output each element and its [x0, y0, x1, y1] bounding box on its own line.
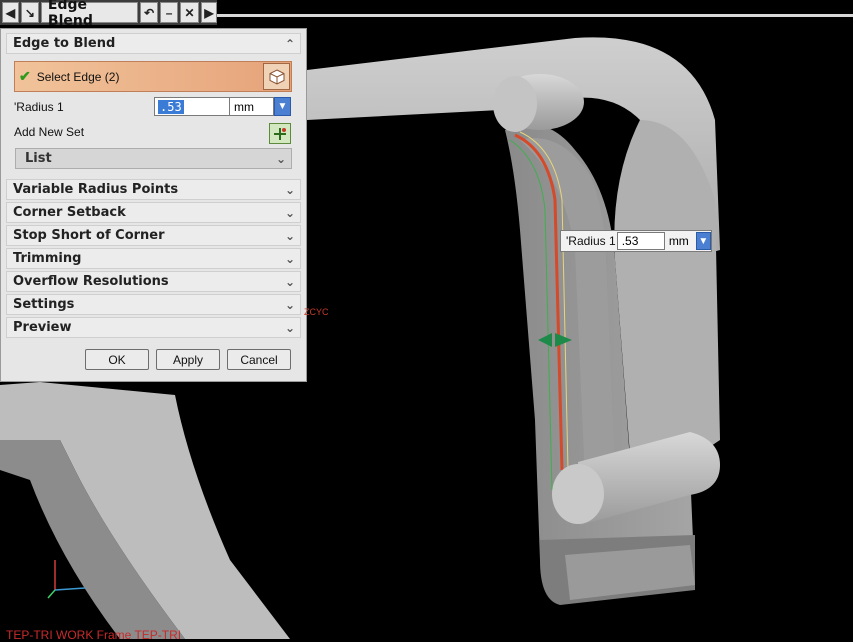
chevron-down-icon[interactable]: ⌄ [280, 318, 300, 337]
radius-unit: mm [230, 97, 274, 116]
group-edge-to-blend-label: Edge to Blend [13, 36, 116, 51]
group-label: Settings [13, 297, 75, 312]
list-label: List [25, 151, 52, 166]
group-label: Variable Radius Points [13, 182, 179, 197]
cube-select-icon[interactable] [263, 63, 290, 90]
onscreen-radius-unit: mm [668, 234, 689, 248]
cursor-arrow-icon[interactable]: ↘ [20, 2, 39, 23]
chevron-down-icon[interactable]: ⌄ [280, 180, 300, 199]
chevron-down-icon[interactable]: ⌄ [280, 295, 300, 314]
minus-icon[interactable]: – [160, 2, 179, 23]
chevron-down-icon[interactable]: ⌄ [280, 203, 300, 222]
chevron-left-icon[interactable]: ◀ [2, 2, 19, 23]
group-label: Overflow Resolutions [13, 274, 169, 289]
dialog-title: Edge Blend [40, 0, 139, 29]
apply-button[interactable]: Apply [156, 349, 220, 370]
group-variable-radius-points[interactable]: Variable Radius Points ⌄ [6, 179, 301, 200]
group-label: Trimming [13, 251, 82, 266]
onscreen-radius-input[interactable]: 'Radius 1 .53 mm ▼ [560, 230, 712, 252]
group-settings[interactable]: Settings ⌄ [6, 294, 301, 315]
onscreen-radius-value[interactable]: .53 [616, 232, 665, 250]
radius-input[interactable]: .53 [154, 97, 230, 116]
close-icon[interactable]: ✕ [180, 2, 199, 23]
group-stop-short-of-corner[interactable]: Stop Short of Corner ⌄ [6, 225, 301, 246]
group-label: Stop Short of Corner [13, 228, 165, 243]
chevron-up-icon[interactable]: ⌃ [280, 34, 300, 53]
edge-blend-dialog: Edge to Blend ⌃ ✔ Select Edge (2) 'Radiu… [0, 28, 307, 382]
chevron-down-icon[interactable]: ⌄ [280, 249, 300, 268]
chevron-right-icon[interactable]: ▶ [200, 2, 217, 23]
list-expander[interactable]: List ⌄ [15, 148, 292, 169]
group-corner-setback[interactable]: Corner Setback ⌄ [6, 202, 301, 223]
radius-value: .53 [158, 99, 184, 114]
lower-pin-cap [552, 464, 604, 524]
ok-button[interactable]: OK [85, 349, 149, 370]
arrow-down-icon[interactable]: ▼ [695, 232, 711, 250]
group-edge-to-blend[interactable]: Edge to Blend ⌃ [6, 33, 301, 54]
select-edge-label: Select Edge (2) [36, 69, 120, 84]
checkmark-icon: ✔ [19, 68, 31, 84]
select-edge-row[interactable]: ✔ Select Edge (2) [14, 61, 292, 92]
chevron-down-icon[interactable]: ⌄ [280, 272, 300, 291]
arrow-down-icon[interactable]: ▼ [274, 97, 291, 116]
add-set-icon[interactable] [269, 123, 291, 144]
radius-label: 'Radius 1 [14, 100, 64, 114]
group-preview[interactable]: Preview ⌄ [6, 317, 301, 338]
viewport-top-border [217, 14, 853, 17]
group-overflow-resolutions[interactable]: Overflow Resolutions ⌄ [6, 271, 301, 292]
upper-pin-cap [493, 76, 537, 132]
undo-icon[interactable]: ↶ [140, 2, 159, 23]
axis-label: ZCYC [304, 307, 329, 317]
group-trimming[interactable]: Trimming ⌄ [6, 248, 301, 269]
onscreen-radius-label: 'Radius 1 [566, 234, 616, 248]
add-new-set-label: Add New Set [14, 125, 85, 139]
chevron-down-icon[interactable]: ⌄ [271, 149, 291, 168]
group-label: Corner Setback [13, 205, 126, 220]
chevron-down-icon[interactable]: ⌄ [280, 226, 300, 245]
group-label: Preview [13, 320, 72, 335]
viewport-status-text: TEP-TRI WORK Frame TEP-TRI [6, 628, 182, 642]
cancel-button[interactable]: Cancel [227, 349, 291, 370]
dialog-titlebar[interactable]: ◀ ↘ Edge Blend ↶ – ✕ ▶ [0, 0, 217, 29]
